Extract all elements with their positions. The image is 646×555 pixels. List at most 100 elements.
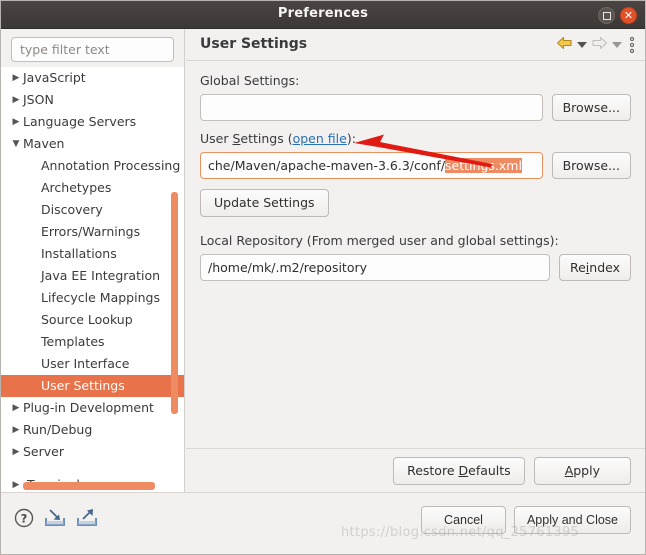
- sidebar-item-javascript[interactable]: ▶ JavaScript: [1, 67, 184, 89]
- import-icon[interactable]: [43, 507, 67, 533]
- global-settings-input[interactable]: [200, 94, 543, 121]
- close-button[interactable]: ✕: [620, 7, 637, 24]
- sidebar-item-label: Installations: [41, 246, 117, 261]
- sidebar-item-maven[interactable]: ▼ Maven: [1, 133, 184, 155]
- back-arrow-icon[interactable]: [555, 35, 574, 54]
- sidebar-item-label: User Interface: [41, 356, 130, 371]
- reindex-label-prefix: Re: [569, 260, 586, 275]
- local-repository-row: /home/mk/.m2/repository Reindex: [200, 254, 631, 281]
- user-settings-value-selected: settings.xml: [445, 158, 522, 173]
- sidebar-item-user-interface[interactable]: User Interface: [1, 353, 184, 375]
- update-settings-row: Update Settings: [200, 189, 631, 217]
- apply-and-close-button[interactable]: Apply and Close: [513, 506, 631, 534]
- chevron-right-icon[interactable]: ▶: [9, 441, 23, 463]
- sidebar-item-installations[interactable]: Installations: [1, 243, 184, 265]
- sidebar-item-label: Templates: [41, 334, 105, 349]
- search-input[interactable]: type filter text: [11, 37, 174, 62]
- sidebar-item-label: Language Servers: [23, 114, 137, 129]
- sidebar-item-errors-warnings[interactable]: Errors/Warnings: [1, 221, 184, 243]
- window-title: Preferences: [277, 6, 369, 21]
- export-icon[interactable]: [75, 507, 99, 533]
- global-settings-label-text: Global Settings:: [200, 73, 300, 88]
- cancel-button[interactable]: Cancel: [421, 506, 506, 534]
- open-file-link[interactable]: open file: [293, 131, 347, 146]
- user-settings-label-suffix: ):: [346, 131, 356, 146]
- restore-defaults-suffix: efaults: [468, 462, 511, 478]
- sidebar-item-user-settings[interactable]: User Settings: [1, 375, 184, 397]
- sidebar-item-annotation-processing[interactable]: Annotation Processing: [1, 155, 184, 177]
- sidebar-item-run-debug[interactable]: ▶ Run/Debug: [1, 419, 184, 441]
- chevron-right-icon[interactable]: ▶: [9, 397, 23, 419]
- user-settings-input[interactable]: che/Maven/apache-maven-3.6.3/conf/settin…: [200, 152, 543, 179]
- chevron-right-icon[interactable]: ▶: [9, 111, 23, 133]
- sidebar-item-label: Annotation Processing: [41, 158, 181, 173]
- sidebar-item-label: Errors/Warnings: [41, 224, 141, 239]
- user-settings-value-plain: che/Maven/apache-maven-3.6.3/conf/: [208, 158, 446, 173]
- sidebar-item-label: Run/Debug: [23, 422, 93, 437]
- restore-defaults-button[interactable]: Restore Defaults: [393, 456, 525, 485]
- sidebar-item-discovery[interactable]: Discovery: [1, 199, 184, 221]
- restore-defaults-mnemonic: D: [458, 462, 469, 478]
- update-settings-button[interactable]: Update Settings: [200, 189, 329, 217]
- sidebar-item-label: Maven: [23, 136, 65, 151]
- sidebar-item-lifecycle-mappings[interactable]: Lifecycle Mappings: [1, 287, 184, 309]
- local-repository-input[interactable]: /home/mk/.m2/repository: [200, 254, 550, 281]
- local-repository-label: Local Repository (From merged user and g…: [200, 233, 631, 248]
- user-settings-label-prefix: User: [200, 131, 233, 146]
- apply-mnemonic: A: [564, 462, 574, 478]
- sidebar-item-plug-in-development[interactable]: ▶ Plug-in Development: [1, 397, 184, 419]
- sidebar-item-label: Java EE Integration: [41, 268, 161, 283]
- sidebar-item-source-lookup[interactable]: Source Lookup: [1, 309, 184, 331]
- sidebar-item-label: JSON: [23, 92, 54, 107]
- reindex-label-suffix: ndex: [589, 260, 620, 275]
- forward-dropdown-chevron-down-icon: [612, 41, 622, 48]
- help-question-icon[interactable]: ?: [13, 507, 35, 533]
- page-header: User Settings: [186, 29, 645, 61]
- sidebar-item-templates[interactable]: Templates: [1, 331, 184, 353]
- filter-area: type filter text: [1, 29, 184, 67]
- page-nav-toolbar: [555, 35, 639, 54]
- user-settings-label: User Settings (open file):: [200, 131, 631, 146]
- sidebar-item-json[interactable]: ▶ JSON: [1, 89, 184, 111]
- sidebar-item-label: JavaScript: [23, 70, 86, 85]
- sidebar-item-java-ee-integration[interactable]: Java EE Integration: [1, 265, 184, 287]
- preferences-sidebar: type filter text ▶ JavaScript ▶ JSON ▶ Langua…: [1, 29, 185, 492]
- preferences-content: User Settings Global Settings: Browse...…: [186, 29, 645, 492]
- dialog-button-group: Cancel Apply and Close: [421, 506, 631, 534]
- tree-horizontal-scrollbar[interactable]: [23, 482, 155, 490]
- sidebar-item-language-servers[interactable]: ▶ Language Servers: [1, 111, 184, 133]
- global-settings-row: Browse...: [200, 94, 631, 121]
- settings-form: Global Settings: Browse... User Settings…: [186, 61, 645, 448]
- sidebar-item-label: Lifecycle Mappings: [41, 290, 160, 305]
- maximize-button[interactable]: [598, 7, 615, 24]
- sidebar-item-server[interactable]: ▶ Server: [1, 441, 184, 463]
- svg-text:?: ?: [21, 512, 28, 526]
- back-dropdown-chevron-down-icon[interactable]: [577, 41, 587, 48]
- user-settings-browse-button[interactable]: Browse...: [551, 152, 631, 179]
- page-title: User Settings: [200, 36, 308, 52]
- local-repository-label-text: Local Repository (From merged user and g…: [200, 233, 559, 248]
- global-settings-label: Global Settings:: [200, 73, 631, 88]
- preferences-tree[interactable]: ▶ JavaScript ▶ JSON ▶ Language Servers ▼ Maven A…: [1, 67, 184, 492]
- global-settings-browse-button[interactable]: Browse...: [551, 94, 631, 121]
- restore-defaults-prefix: Restore: [407, 462, 459, 478]
- sidebar-item-archetypes[interactable]: Archetypes: [1, 177, 184, 199]
- apply-button[interactable]: Apply: [533, 456, 631, 485]
- chevron-right-icon[interactable]: ▶: [9, 419, 23, 441]
- sidebar-item-label: Source Lookup: [41, 312, 133, 327]
- sidebar-item-label: Archetypes: [41, 180, 112, 195]
- tree-vertical-scrollbar[interactable]: [171, 192, 178, 414]
- chevron-right-icon[interactable]: ▶: [9, 67, 23, 89]
- chevron-right-icon: ▶: [12, 480, 20, 490]
- footer-icon-group: ?: [13, 507, 99, 533]
- reindex-button[interactable]: Reindex: [558, 254, 631, 281]
- sidebar-item-label: Plug-in Development: [23, 400, 154, 415]
- sidebar-item-label: Discovery: [41, 202, 103, 217]
- kebab-menu-icon[interactable]: [625, 36, 639, 53]
- user-settings-label-mid: ettings (: [240, 131, 293, 146]
- apply-suffix: pply: [573, 462, 600, 478]
- chevron-right-icon[interactable]: ▶: [9, 89, 23, 111]
- maximize-icon: [602, 11, 611, 20]
- chevron-down-icon[interactable]: ▼: [9, 133, 23, 155]
- user-settings-row: che/Maven/apache-maven-3.6.3/conf/settin…: [200, 152, 631, 179]
